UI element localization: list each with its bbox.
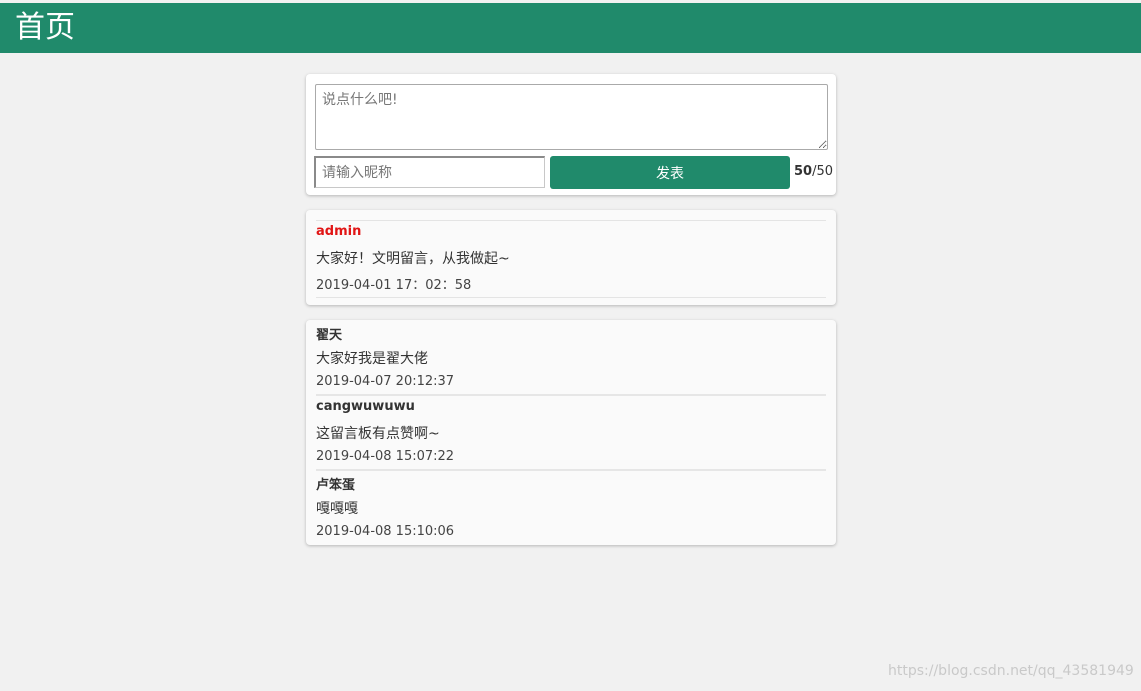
divider [316, 394, 826, 396]
divider [316, 220, 826, 221]
char-counter: 50/50 [794, 164, 833, 179]
message-author: 卢笨蛋 [316, 478, 356, 493]
message-text: 大家好！文明留言，从我做起~ [316, 251, 510, 267]
message-text: 大家好我是翟大佬 [316, 351, 428, 367]
message-time: 2019-04-08 15:07:22 [316, 449, 455, 464]
message-list: 翟天 大家好我是翟大佬 2019-04-07 20:12:37 cangwuwu… [306, 320, 836, 545]
message-author: 翟天 [316, 328, 343, 343]
nickname-input[interactable] [314, 156, 545, 188]
message-textarea[interactable] [315, 84, 828, 150]
watermark-text: https://blog.csdn.net/qq_43581949 [888, 663, 1134, 679]
page-title: 首页 [15, 10, 75, 45]
divider [316, 469, 826, 471]
char-counter-max: /50 [812, 164, 834, 179]
char-counter-current: 50 [794, 164, 813, 179]
message-text: 这留言板有点赞啊~ [316, 426, 440, 442]
top-bar: 首页 [0, 3, 1141, 53]
message-author: admin [316, 224, 362, 239]
divider [316, 297, 826, 298]
message-author: cangwuwuwu [316, 399, 415, 414]
featured-message: admin 大家好！文明留言，从我做起~ 2019-04-01 17：02：58 [306, 210, 836, 305]
message-time: 2019-04-08 15:10:06 [316, 524, 455, 539]
message-time: 2019-04-07 20:12:37 [316, 374, 455, 389]
message-time: 2019-04-01 17：02：58 [316, 278, 472, 293]
publish-button[interactable]: 发表 [550, 156, 790, 189]
message-text: 嘎嘎嘎 [316, 501, 358, 517]
compose-panel: 发表 50/50 [306, 74, 836, 195]
